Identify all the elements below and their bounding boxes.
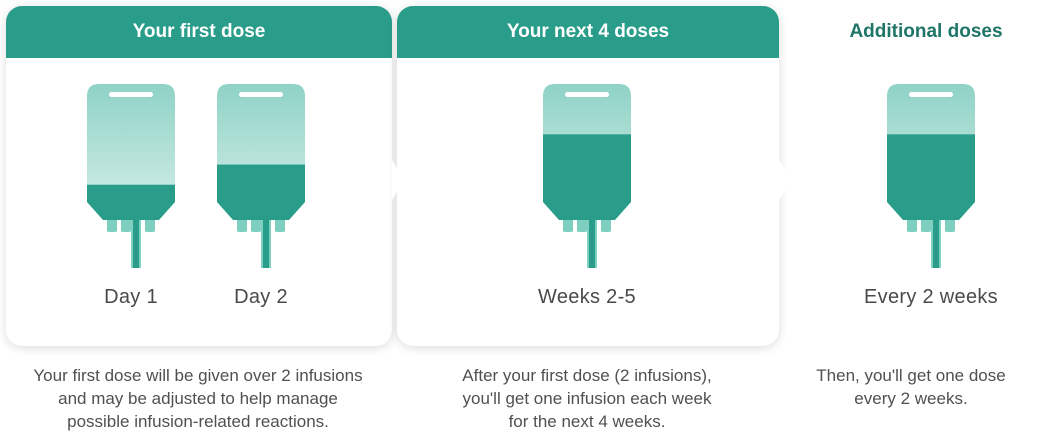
additional-doses-description: Then, you'll get one dose every 2 weeks.	[786, 364, 1036, 410]
description-line: After your first dose (2 infusions),	[462, 366, 712, 385]
description-line: possible infusion-related reactions.	[67, 412, 329, 431]
additional-doses-header: Additional doses	[849, 21, 1003, 42]
chevron-right-icon	[779, 160, 791, 200]
first-dose-card: Your first dose	[6, 6, 392, 346]
next-doses-description: After your first dose (2 infusions), you…	[417, 364, 757, 433]
description-line: every 2 weeks.	[854, 389, 968, 408]
first-dose-description: Your first dose will be given over 2 inf…	[0, 364, 396, 433]
description-line: Your first dose will be given over 2 inf…	[33, 366, 363, 385]
bag-label-day-2: Day 2	[234, 286, 288, 308]
bag-label-every-2-weeks: Every 2 weeks	[864, 286, 998, 308]
infusion-bag-icon	[217, 84, 305, 268]
chevron-right-icon	[392, 160, 404, 200]
infusion-bag-icon	[87, 84, 175, 268]
infusion-bag-icon	[887, 84, 975, 268]
description-line: for the next 4 weeks.	[508, 412, 666, 431]
bag-label-weeks: Weeks 2-5	[538, 286, 636, 308]
infusion-bag-icon	[543, 84, 631, 268]
first-dose-header: Your first dose	[6, 6, 392, 58]
description-line: Then, you'll get one dose	[816, 366, 1006, 385]
description-line: you'll get one infusion each week	[462, 389, 712, 408]
bag-label-day-1: Day 1	[104, 286, 158, 308]
next-doses-header: Your next 4 doses	[397, 6, 779, 58]
description-line: and may be adjusted to help manage	[58, 389, 338, 408]
